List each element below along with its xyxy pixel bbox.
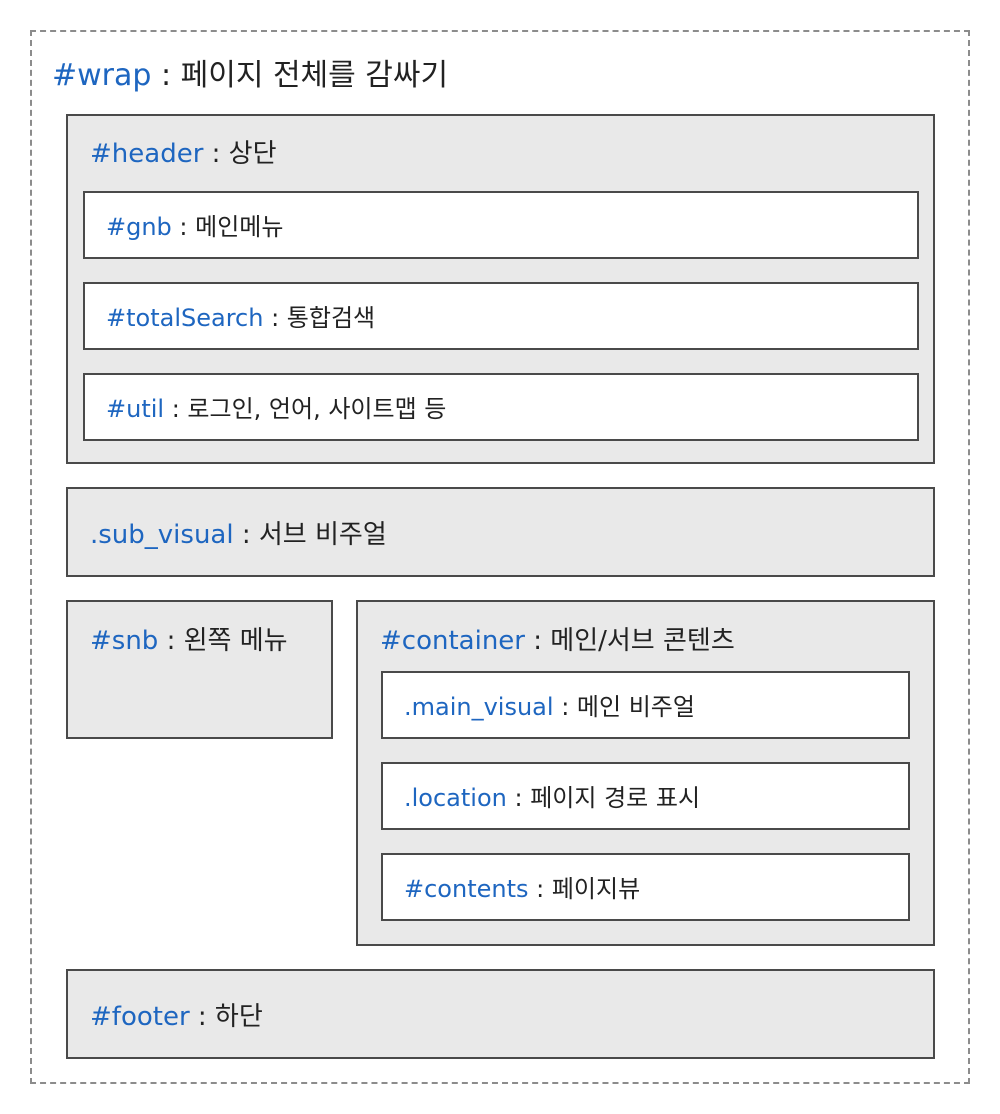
header-label: #header : 상단	[90, 133, 277, 170]
main-visual-selector: .main_visual	[404, 693, 554, 721]
totalsearch-label: #totalSearch : 통합검색	[106, 298, 375, 333]
util-label: #util : 로그인, 언어, 사이트맵 등	[106, 389, 446, 424]
contents-desc: : 페이지뷰	[528, 875, 641, 903]
location-desc: : 페이지 경로 표시	[506, 784, 701, 812]
container-selector: #container	[380, 626, 525, 656]
sub-visual-selector: .sub_visual	[90, 520, 234, 550]
footer-desc: : 하단	[189, 1002, 263, 1032]
totalsearch-desc: : 통합검색	[263, 304, 376, 332]
container-label: #container : 메인/서브 콘텐츠	[380, 620, 735, 657]
header-selector: #header	[90, 139, 204, 169]
main-visual-desc: : 메인 비주얼	[553, 693, 695, 721]
totalsearch-selector: #totalSearch	[106, 304, 264, 332]
sub-visual-label: .sub_visual : 서브 비주얼	[90, 514, 387, 551]
main-visual-label: .main_visual : 메인 비주얼	[404, 687, 695, 722]
util-desc: : 로그인, 언어, 사이트맵 등	[164, 395, 447, 423]
footer-label: #footer : 하단	[90, 996, 263, 1033]
sub-visual-desc: : 서브 비주얼	[233, 520, 387, 550]
snb-desc: : 왼쪽 메뉴	[158, 626, 288, 656]
wrap-desc: : 페이지 전체를 감싸기	[151, 58, 449, 93]
gnb-selector: #gnb	[106, 213, 172, 241]
header-desc: : 상단	[203, 139, 277, 169]
container-desc: : 메인/서브 콘텐츠	[524, 626, 735, 656]
contents-selector: #contents	[404, 875, 529, 903]
gnb-desc: : 메인메뉴	[171, 213, 284, 241]
snb-selector: #snb	[90, 626, 159, 656]
location-selector: .location	[404, 784, 507, 812]
snb-label: #snb : 왼쪽 메뉴	[90, 620, 288, 657]
wrap-label: #wrap : 페이지 전체를 감싸기	[52, 50, 448, 94]
footer-selector: #footer	[90, 1002, 190, 1032]
wrap-selector: #wrap	[52, 58, 152, 93]
util-selector: #util	[106, 395, 165, 423]
location-label: .location : 페이지 경로 표시	[404, 778, 700, 813]
gnb-label: #gnb : 메인메뉴	[106, 207, 283, 242]
contents-label: #contents : 페이지뷰	[404, 869, 640, 904]
